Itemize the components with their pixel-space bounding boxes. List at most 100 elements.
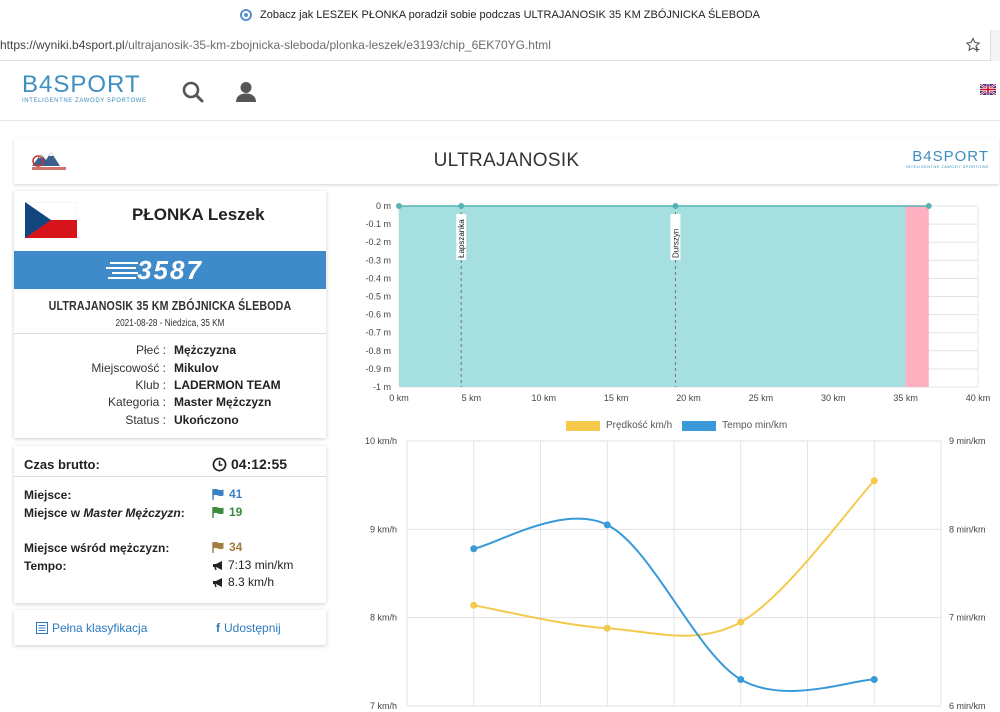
place-label: Miejsce: [24,488,72,502]
info-label: Kategoria : [107,395,166,409]
favorites-star-icon[interactable] [964,37,982,53]
category-place-wrap: 19 [212,505,242,519]
share-label: Udostępnij [224,621,281,635]
search-icon[interactable] [181,80,205,104]
category-place-label: Miejsce w Master Mężczyzn: [24,505,194,521]
y-tick-label: -0.8 m [365,346,391,356]
flag-brown-icon [212,541,224,553]
logo-tagline: INTELIGENTNE ZAWODY SPORTOWE [22,98,147,104]
info-value: Master Mężczyzn [174,395,272,409]
info-label: Miejscowość : [91,361,166,375]
x-tick-label: 10 km [531,393,556,403]
right-tick-label: 7 min/km [949,613,986,623]
series-point [603,521,611,529]
info-label: Płeć : [135,343,166,357]
right-tick-label: 8 min/km [949,524,986,534]
speed-wrap: 8.3 km/h [212,575,274,589]
full-classification-link[interactable]: Pełna klasyfikacja [36,621,147,635]
left-tick-label: 8 km/h [370,613,397,623]
checkpoint-label: Durszyn [671,229,680,258]
url-text[interactable]: https://wyniki.b4sport.pl/ultrajanosik-3… [0,38,551,52]
checkpoint-label-group: Łapszanka [456,214,467,260]
b4sport-logo[interactable]: B4SPORT INTELIGENTNE ZAWODY SPORTOWE [22,72,147,105]
info-value: LADERMON TEAM [174,378,281,392]
flag-blue-icon [212,488,224,500]
b4sport-small-logo: B4SPORT INTELIGENTNE ZAWODY SPORTOWE [906,149,989,169]
event-title: ULTRAJANOSIK [433,150,580,171]
info-value: Mężczyzna [174,343,237,357]
elevation-point [672,203,679,209]
elevation-point [396,203,402,209]
left-tick-label: 9 km/h [370,524,397,534]
gender-place-value: 34 [229,540,243,554]
user-icon[interactable] [234,80,258,104]
right-tick-label: 6 min/km [949,701,986,711]
small-logo-tagline: INTELIGENTNE ZAWODY SPORTOWE [905,164,989,169]
x-tick-label: 30 km [821,393,846,403]
czech-flag-icon [24,201,78,238]
pace-wrap: 7:13 min/km [212,558,293,572]
left-tick-label: 10 km/h [365,436,397,446]
checkpoint-label-group: Durszyn [670,214,681,260]
y-tick-label: -0.7 m [365,328,391,338]
series-point [870,676,878,683]
address-bar[interactable]: https://wyniki.b4sport.pl/ultrajanosik-3… [0,30,1000,61]
y-tick-label: -0.4 m [365,273,391,283]
info-value: Ukończono [174,413,239,427]
browser-page-title: Zobacz jak LESZEK PŁONKA poradził sobie … [260,9,760,21]
site-header: B4SPORT INTELIGENTNE ZAWODY SPORTOWE [0,61,1000,121]
elevation-area [399,206,906,387]
x-tick-label: 0 km [389,393,409,403]
category-label-suffix: : [180,506,185,520]
x-tick-label: 40 km [966,393,991,403]
url-host: https://wyniki.b4sport.pl [0,38,125,52]
share-link[interactable]: f Udostępnij [216,621,281,635]
series-point [737,676,745,683]
bib-number: 3587 [137,255,203,285]
place-value-wrap: 41 [212,487,242,501]
url-path: /ultrajanosik-35-km-zbojnicka-sleboda/pl… [124,38,551,52]
y-tick-label: -0.1 m [365,219,391,229]
gross-time: 04:12:55 [212,456,287,472]
x-tick-label: 20 km [676,393,701,403]
category-place-value: 19 [229,505,243,519]
series-point [737,618,745,626]
list-icon [36,622,48,634]
y-tick-label: -0.2 m [365,237,391,247]
full-classification-label: Pełna klasyfikacja [52,621,148,635]
series-point [603,624,611,632]
speed-value: 8.3 km/h [228,575,275,589]
place-value: 41 [229,487,243,501]
result-card: Czas brutto: 04:12:55 Miejsce: 41 Miejsc… [14,446,326,603]
browser-title-bar: Zobacz jak LESZEK PŁONKA poradził sobie … [0,0,1000,30]
gross-time-label: Czas brutto: [24,457,100,472]
x-tick-label: 25 km [749,393,774,403]
x-tick-label: 5 km [462,393,482,403]
elevation-chart: 0 m -0.1 m -0.2 m -0.3 m -0.4 m -0.5 m -0.6 m -… [365,201,991,403]
right-tick-label: 9 min/km [949,436,986,446]
uk-flag-icon[interactable] [979,82,997,100]
runner-name: PŁONKA Leszek [132,205,265,224]
y-tick-label: -1 m [373,382,391,392]
series-point [470,601,478,609]
y-tick-label: -0.6 m [365,310,391,320]
favicon-icon [240,9,253,21]
elevation-point [458,203,465,209]
megaphone-icon [213,577,222,587]
browser-scrollbar[interactable] [990,30,1000,61]
info-label: Klub : [135,378,166,392]
left-tick-label: 7 km/h [370,701,397,711]
pace-value: 7:13 min/km [228,558,294,572]
megaphone-icon [213,560,222,570]
speed-pace-chart: 10 km/h 9 km/h 8 km/h 7 km/h 9 min/km 8 min/k… [365,436,986,711]
checkpoint-label: Łapszanka [457,219,466,258]
y-tick-label: -0.5 m [365,292,391,302]
series-point [870,477,878,485]
race-date: 2021-08-28 - Niedzica, 35 KM [115,318,225,329]
small-logo-text: B4SPORT [912,148,989,165]
info-value: Mikulov [174,361,219,375]
result-header: Czas brutto: 04:12:55 [14,446,326,477]
event-banner: ULTRAJANOSIK B4SPORT INTELIGENTNE ZAWODY… [14,138,999,184]
info-label: Status : [125,413,166,427]
category-label-prefix: Miejsce w [24,506,84,520]
